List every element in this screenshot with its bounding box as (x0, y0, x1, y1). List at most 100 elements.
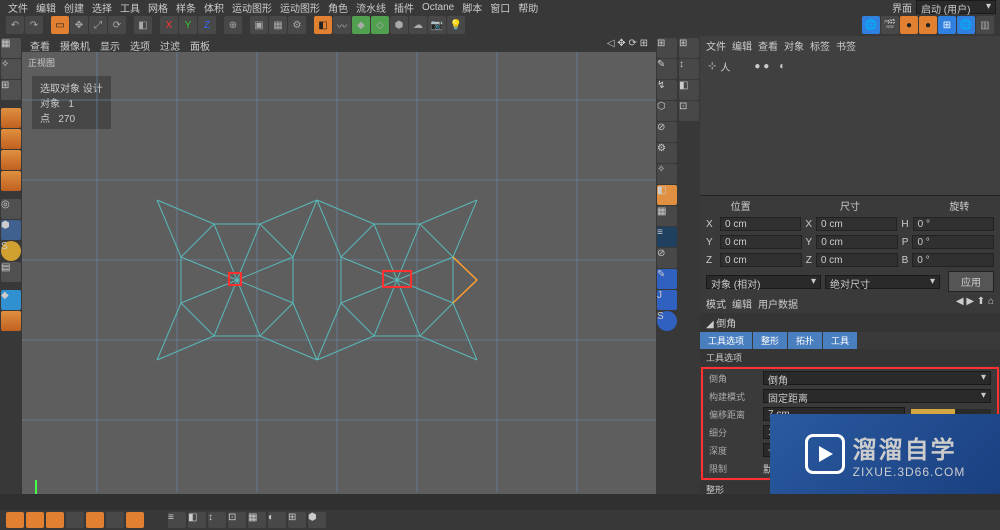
rot-h-input[interactable] (913, 217, 994, 231)
last-tool-icon[interactable]: ◧ (134, 16, 152, 34)
pos-z-input[interactable] (720, 253, 802, 267)
globe2-icon[interactable]: 🌐 (957, 16, 975, 34)
om-tab-bookmarks[interactable]: 书签 (836, 38, 856, 53)
snap-icon[interactable]: ⬢ (1, 220, 21, 240)
rotate-tool-icon[interactable]: ⟳ (108, 16, 126, 34)
menu-create[interactable]: 创建 (64, 0, 84, 15)
om-tab-edit[interactable]: 编辑 (732, 38, 752, 53)
coord-size-mode[interactable]: 绝对尺寸 (825, 275, 940, 289)
object-node[interactable]: ⊹ 人 ● ● ◐ (708, 59, 992, 74)
menu-script[interactable]: 脚本 (462, 0, 482, 15)
cube-primitive-icon[interactable]: ◧ (314, 16, 332, 34)
om-tab-tags[interactable]: 标签 (810, 38, 830, 53)
enable-axis-icon[interactable]: ◎ (1, 199, 21, 219)
rot-b-input[interactable] (912, 253, 994, 267)
menu-character[interactable]: 角色 (328, 0, 348, 15)
vp-view[interactable]: 查看 (30, 38, 50, 50)
menu-select[interactable]: 选择 (92, 0, 112, 15)
am-mode[interactable]: 模式 (706, 296, 726, 311)
menu-window[interactable]: 窗口 (490, 0, 510, 15)
shelf-ban-icon[interactable]: ⊘ (657, 248, 677, 268)
mat-5-icon[interactable] (86, 512, 104, 528)
shelf-cube-icon[interactable]: ◧ (657, 185, 677, 205)
om-tab-view[interactable]: 查看 (758, 38, 778, 53)
viewport-3d[interactable]: 正视图 选取对象 设计 对象 1 点 270 (22, 52, 656, 516)
am-userdata[interactable]: 用户数据 (758, 296, 798, 311)
edge-mode-icon[interactable] (1, 150, 21, 170)
coord-object-mode[interactable]: 对象 (相对) (706, 275, 821, 289)
pos-x-input[interactable] (720, 217, 801, 231)
visibility-dots-icon[interactable]: ● ● (754, 61, 769, 72)
vp-camera[interactable]: 摄像机 (60, 38, 90, 50)
render-region-icon[interactable]: ▦ (269, 16, 287, 34)
shelf-7-icon[interactable]: ▦ (657, 206, 677, 226)
object-mode-icon[interactable] (1, 108, 21, 128)
spline-primitive-icon[interactable]: 〰 (333, 16, 351, 34)
viewport-solo-icon[interactable]: ▤ (1, 262, 21, 282)
shelf-2-icon[interactable]: ✎ (657, 59, 677, 79)
tl-7-icon[interactable]: ⊞ (288, 512, 306, 528)
mat-3-icon[interactable] (46, 512, 64, 528)
shelf2-2[interactable]: ↕ (679, 59, 699, 79)
camera-icon[interactable]: 📷 (428, 16, 446, 34)
timeline[interactable] (0, 494, 1000, 510)
generator2-icon[interactable]: ◇ (371, 16, 389, 34)
mat-4-icon[interactable] (66, 512, 84, 528)
method-dropdown[interactable]: 固定距离 (763, 389, 991, 403)
poly-mode-icon[interactable] (1, 171, 21, 191)
orange-ball-icon[interactable]: ● (900, 16, 918, 34)
wireframe-icon[interactable]: ⊞ (938, 16, 956, 34)
object-tree[interactable]: ⊹ 人 ● ● ◐ (700, 55, 1000, 78)
texture-mode-icon[interactable]: ✧ (1, 59, 21, 79)
phong-tag-icon[interactable]: ◐ (779, 61, 785, 72)
tl-4-icon[interactable]: ⊡ (228, 512, 246, 528)
bevel-mode-dropdown[interactable]: 倒角 (763, 371, 991, 385)
layout-dropdown[interactable]: 启动 (用户) (916, 0, 996, 14)
menu-edit[interactable]: 编辑 (36, 0, 56, 15)
shelf-s-icon[interactable]: S (657, 311, 677, 331)
pos-y-input[interactable] (720, 235, 802, 249)
mat-7-icon[interactable] (126, 512, 144, 528)
soft-select-icon[interactable]: S (1, 241, 21, 261)
shelf-3-icon[interactable]: ↯ (657, 80, 677, 100)
mat-6-icon[interactable] (106, 512, 124, 528)
menu-help[interactable]: 帮助 (518, 0, 538, 15)
shelf-8-icon[interactable]: ≡ (657, 227, 677, 247)
render-view-icon[interactable]: ▣ (250, 16, 268, 34)
z-axis-icon[interactable]: Z (198, 16, 216, 34)
tl-2-icon[interactable]: ◧ (188, 512, 206, 528)
workplane-icon[interactable]: ⊞ (1, 80, 21, 100)
redo-icon[interactable]: ↷ (25, 16, 43, 34)
orange-ball2-icon[interactable]: ● (919, 16, 937, 34)
clapper-icon[interactable]: 🎬 (881, 16, 899, 34)
tl-6-icon[interactable]: ◐ (268, 512, 286, 528)
tweak-icon[interactable]: ◆ (1, 290, 21, 310)
shelf-pencil-icon[interactable]: ✎ (657, 269, 677, 289)
scale-tool-icon[interactable]: ⤢ (89, 16, 107, 34)
select-tool-icon[interactable]: ▭ (51, 16, 69, 34)
tab-topology[interactable]: 拓扑 (788, 332, 822, 349)
tl-1-icon[interactable]: ≡ (168, 512, 186, 528)
render-settings-icon[interactable]: ⚙ (288, 16, 306, 34)
deformer-icon[interactable]: ⬢ (390, 16, 408, 34)
shelf2-3[interactable]: ◧ (679, 80, 699, 100)
tl-8-icon[interactable]: ⬢ (308, 512, 326, 528)
light-icon[interactable]: 💡 (447, 16, 465, 34)
apply-button[interactable]: 应用 (948, 271, 994, 292)
model-mode-icon[interactable]: ▦ (1, 38, 21, 58)
vp-options[interactable]: 选项 (130, 38, 150, 50)
size-y-input[interactable] (816, 235, 898, 249)
generator-icon[interactable]: ◆ (352, 16, 370, 34)
point-mode-icon[interactable] (1, 129, 21, 149)
environment-icon[interactable]: ☁ (409, 16, 427, 34)
shelf2-1[interactable]: ⊞ (679, 38, 699, 58)
shelf-gear-icon[interactable]: ⚙ (657, 143, 677, 163)
rot-p-input[interactable] (912, 235, 994, 249)
shelf2-4[interactable]: ⊡ (679, 101, 699, 121)
menu-mograph2[interactable]: 运动图形 (280, 0, 320, 15)
x-axis-icon[interactable]: X (160, 16, 178, 34)
vp-display[interactable]: 显示 (100, 38, 120, 50)
menu-octane[interactable]: Octane (422, 2, 454, 13)
am-nav-icons[interactable]: ◀ ▶ ⬆ ⌂ (956, 296, 994, 311)
tab-shaping[interactable]: 整形 (753, 332, 787, 349)
